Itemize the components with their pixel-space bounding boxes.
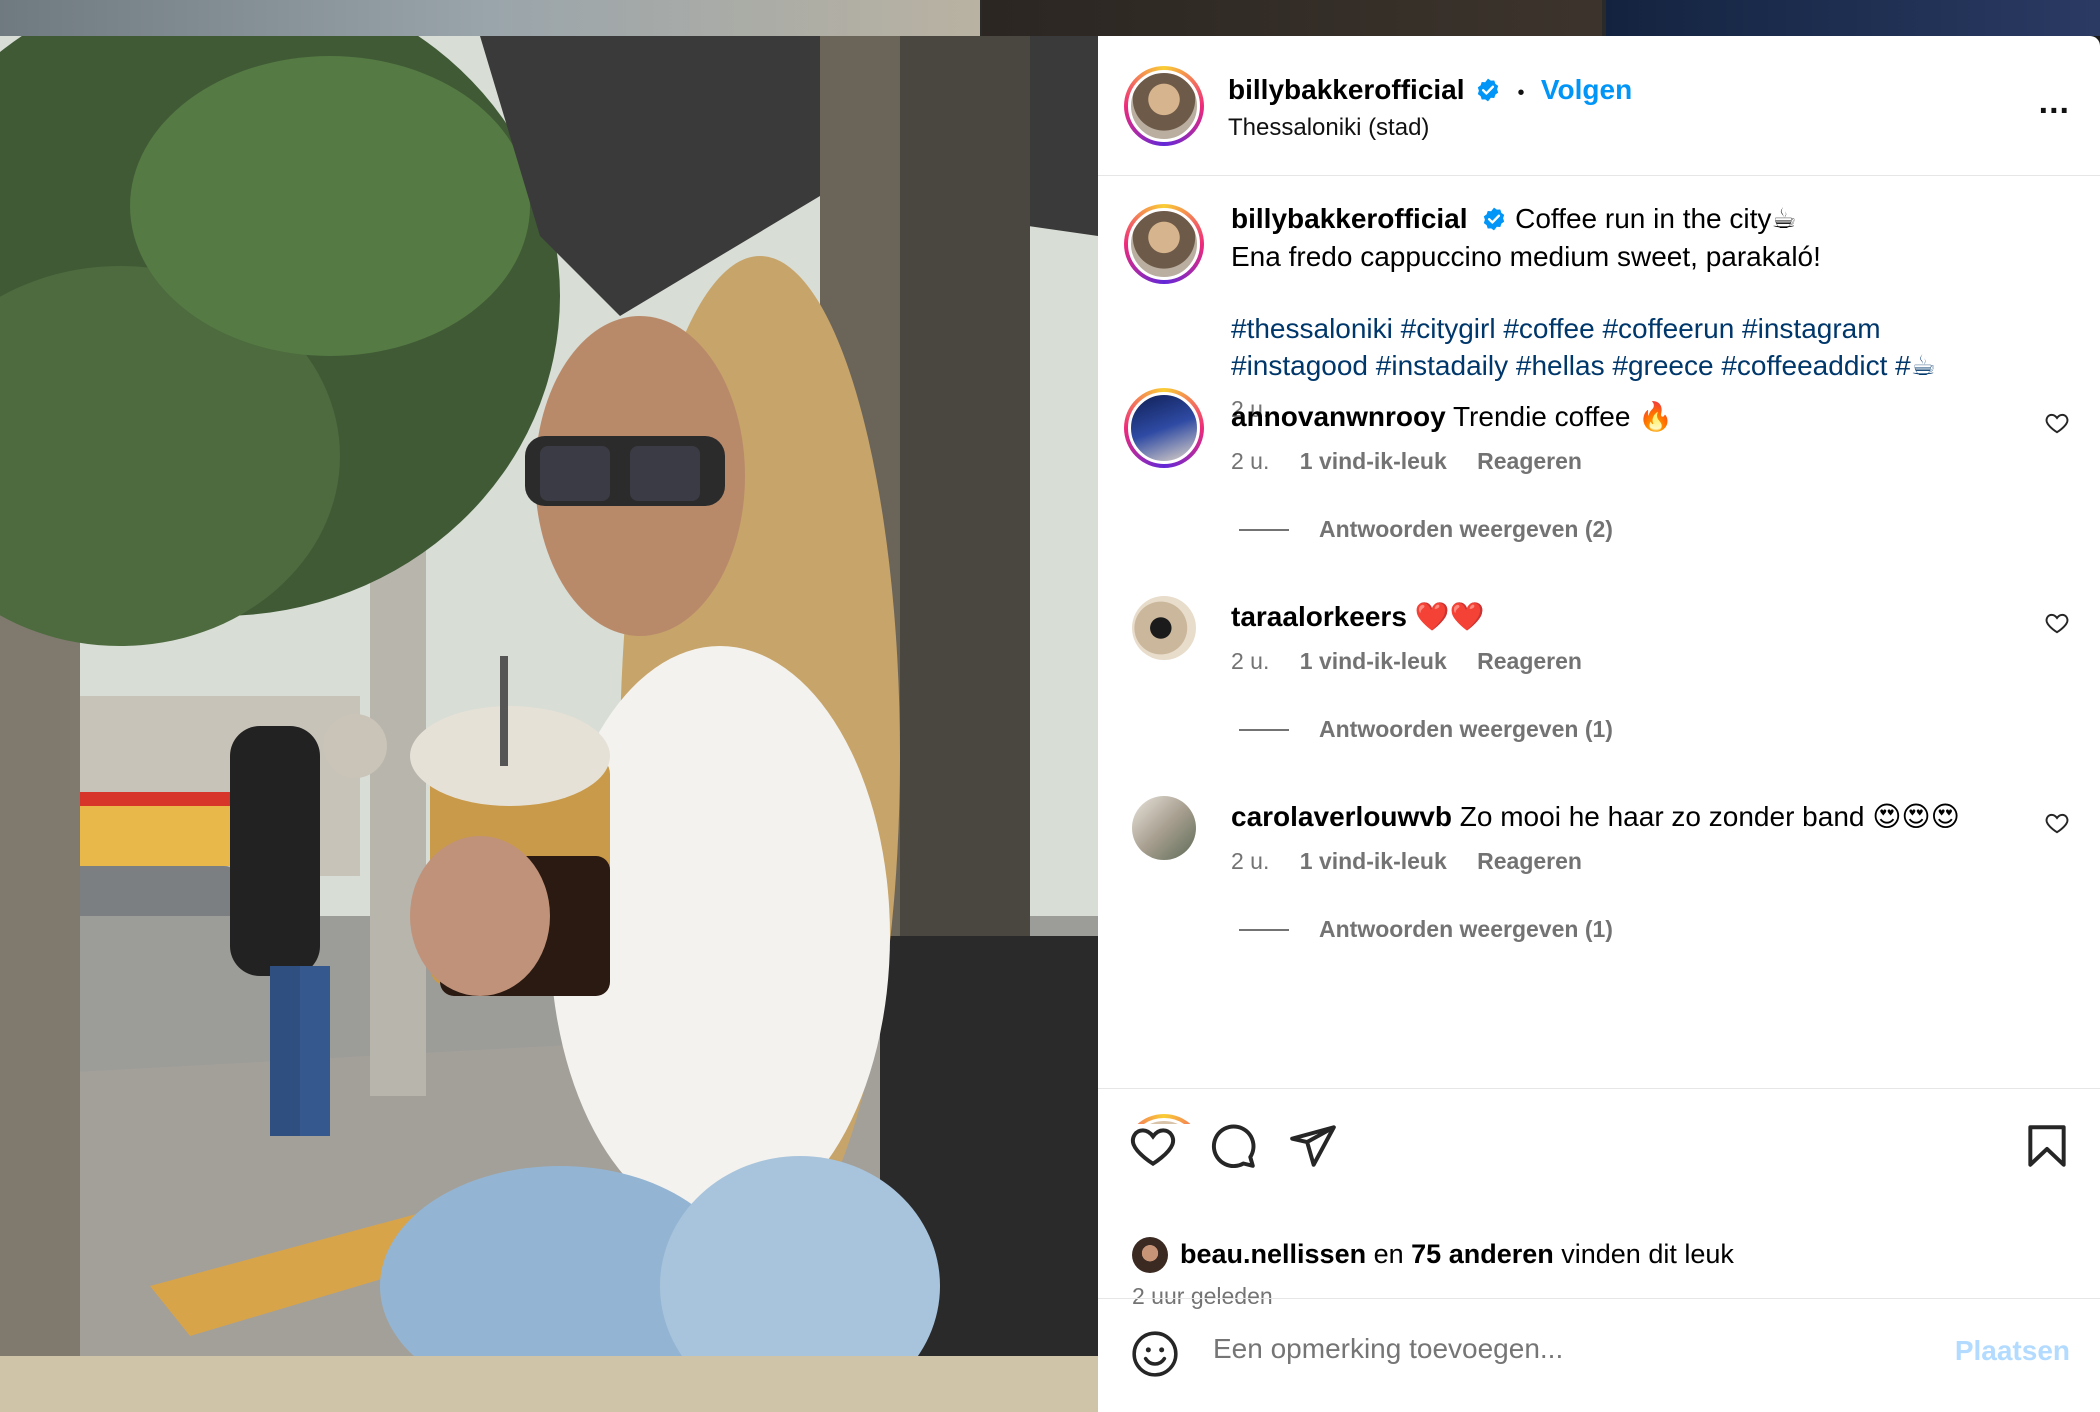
comment-icon[interactable] — [1208, 1121, 1258, 1171]
likes-suffix: vinden dit leuk — [1561, 1239, 1734, 1269]
comment-likes[interactable]: 1 vind-ik-leuk — [1300, 848, 1447, 874]
comment-box: Plaatsen — [1098, 1298, 2100, 1412]
replies-divider — [1239, 729, 1289, 731]
hashtags-line-2[interactable]: #instagood #instadaily #hellas #greece #… — [1231, 347, 2071, 384]
post-actions: beau.nellissen en 75 anderen vinden dit … — [1098, 1088, 2100, 1313]
more-icon[interactable]: ... — [2039, 85, 2070, 119]
reply-button[interactable]: Reageren — [1477, 848, 1582, 874]
author-username[interactable]: billybakkerofficial — [1228, 74, 1465, 105]
bookmark-icon[interactable] — [2022, 1121, 2072, 1171]
author-avatar[interactable] — [1124, 66, 1204, 146]
comment-avatar[interactable] — [1124, 388, 1204, 468]
comments-scroll-area[interactable]: billybakkerofficial Coffee run in the ci… — [1098, 176, 2100, 1124]
separator-dot: • — [1517, 82, 1525, 104]
view-replies-button[interactable]: Antwoorden weergeven (2) — [1239, 516, 1613, 543]
comment-input[interactable] — [1213, 1333, 1853, 1365]
caption-username[interactable]: billybakkerofficial — [1231, 203, 1468, 234]
caption-avatar[interactable] — [1124, 204, 1204, 284]
caption-line-1: billybakkerofficial Coffee run in the ci… — [1231, 200, 2071, 238]
comment-item: carolaverlouwvb Zo mooi he haar zo zonde… — [1098, 788, 2100, 978]
heart-icon[interactable] — [2044, 610, 2070, 636]
reply-button[interactable]: Reageren — [1477, 648, 1582, 674]
comment-item: taraalorkeers ❤️❤️ 2 u. 1 vind-ik-leuk R… — [1098, 588, 2100, 778]
verified-icon — [1484, 207, 1505, 231]
view-replies-label: Antwoorden weergeven (1) — [1319, 716, 1613, 742]
comment-text: ❤️❤️ — [1414, 601, 1485, 632]
heart-icon[interactable] — [2044, 810, 2070, 836]
post-comment-button[interactable]: Plaatsen — [1955, 1335, 2070, 1367]
comment-username[interactable]: annovanwnrooy — [1231, 401, 1446, 432]
view-replies-button[interactable]: Antwoorden weergeven (1) — [1239, 716, 1613, 743]
view-replies-label: Antwoorden weergeven (1) — [1319, 916, 1613, 942]
comment-text: Zo mooi he haar zo zonder band 😍😍😍 — [1459, 801, 1960, 832]
caption-text-2: Ena fredo cappuccino medium sweet, parak… — [1231, 241, 1821, 272]
comment-meta: 2 u. 1 vind-ik-leuk Reageren — [1231, 448, 1582, 475]
comment-likes[interactable]: 1 vind-ik-leuk — [1300, 648, 1447, 674]
view-replies-label: Antwoorden weergeven (2) — [1319, 516, 1613, 542]
comment-time: 2 u. — [1231, 648, 1270, 674]
comment-meta: 2 u. 1 vind-ik-leuk Reageren — [1231, 648, 1582, 675]
comment-likes[interactable]: 1 vind-ik-leuk — [1300, 448, 1447, 474]
likes-summary: beau.nellissen en 75 anderen vinden dit … — [1180, 1239, 1734, 1270]
likes-others[interactable]: 75 anderen — [1411, 1239, 1554, 1269]
caption-text-1: Coffee run in the city☕ — [1515, 203, 1797, 234]
post-photo — [0, 36, 1098, 1412]
post-location[interactable]: Thessaloniki (stad) — [1228, 114, 1429, 142]
background-strip — [0, 0, 2100, 36]
comment-time: 2 u. — [1231, 848, 1270, 874]
replies-divider — [1239, 529, 1289, 531]
verified-icon — [1477, 78, 1499, 102]
replies-divider — [1239, 929, 1289, 931]
follow-button[interactable]: Volgen — [1541, 74, 1632, 105]
view-replies-button[interactable]: Antwoorden weergeven (1) — [1239, 916, 1613, 943]
emoji-icon[interactable] — [1130, 1329, 1180, 1379]
comment-username[interactable]: carolaverlouwvb — [1231, 801, 1452, 832]
comment-time: 2 u. — [1231, 448, 1270, 474]
comment-username[interactable]: taraalorkeers — [1231, 601, 1407, 632]
post-panel: billybakkerofficial • Volgen Thessalonik… — [1098, 36, 2100, 1412]
liker-avatar[interactable] — [1132, 1237, 1168, 1273]
comment-avatar[interactable] — [1132, 596, 1196, 660]
hashtags-line-1[interactable]: #thessaloniki #citygirl #coffee #coffeer… — [1231, 310, 2071, 347]
comment-avatar[interactable] — [1132, 796, 1196, 860]
post-header: billybakkerofficial • Volgen Thessalonik… — [1098, 36, 2100, 176]
heart-icon[interactable] — [1128, 1121, 1178, 1171]
comment-item: annovanwnrooy Trendie coffee 🔥 2 u. 1 vi… — [1098, 388, 2100, 578]
likes-conj: en — [1373, 1239, 1404, 1269]
share-icon[interactable] — [1288, 1121, 1338, 1171]
heart-icon[interactable] — [2044, 410, 2070, 436]
liker-username[interactable]: beau.nellissen — [1180, 1239, 1366, 1269]
comment-meta: 2 u. 1 vind-ik-leuk Reageren — [1231, 848, 1582, 875]
comment-text: Trendie coffee 🔥 — [1452, 401, 1674, 432]
reply-button[interactable]: Reageren — [1477, 448, 1582, 474]
